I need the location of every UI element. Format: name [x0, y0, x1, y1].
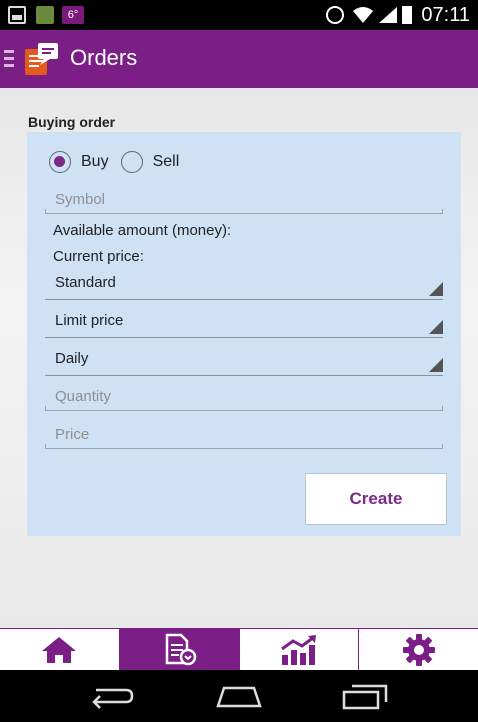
sell-radio[interactable] [120, 151, 143, 173]
symbol-input[interactable]: Symbol [45, 188, 443, 214]
recent-apps-icon[interactable] [340, 682, 390, 710]
available-amount-label: Available amount (money): [53, 222, 232, 239]
validity-value: Daily [55, 350, 89, 367]
price-input[interactable]: Price [45, 423, 443, 449]
orders-icon [165, 633, 197, 665]
main-content: Buying order Buy Sell Symbol Available a… [0, 88, 478, 628]
dropdown-arrow-icon [429, 358, 443, 372]
order-form-panel: Buy Sell Symbol Available amount (money)… [27, 132, 461, 536]
price-type-value: Limit price [55, 312, 124, 329]
tab-charts[interactable] [240, 629, 360, 670]
sell-radio-label[interactable]: Sell [153, 153, 180, 171]
home-icon [42, 636, 77, 663]
tab-home[interactable] [0, 629, 120, 670]
image-notification-icon [8, 6, 26, 24]
gear-icon [402, 633, 435, 666]
create-button[interactable]: Create [305, 473, 447, 525]
temperature-notification-icon: 6° [62, 6, 84, 24]
section-title: Buying order [28, 114, 116, 130]
dropdown-arrow-icon [429, 282, 443, 296]
bottom-tab-bar [0, 628, 478, 670]
signal-icon [379, 7, 397, 23]
tab-settings[interactable] [359, 629, 478, 670]
order-mode-value: Standard [55, 274, 116, 291]
battery-icon [402, 6, 412, 24]
order-type-radio-group: Buy Sell [49, 150, 191, 174]
dropdown-arrow-icon [429, 320, 443, 334]
validity-dropdown[interactable]: Daily [45, 346, 443, 376]
action-bar: Orders [0, 30, 478, 88]
orders-app-icon[interactable] [24, 41, 60, 77]
clock: 07:11 [421, 4, 470, 26]
price-type-dropdown[interactable]: Limit price [45, 308, 443, 338]
wifi-icon [353, 7, 373, 23]
home-nav-icon[interactable] [214, 682, 264, 710]
alarm-icon [326, 6, 344, 24]
status-bar: 6° 07:11 [0, 0, 478, 30]
current-price-label: Current price: [53, 248, 144, 265]
buy-radio-label[interactable]: Buy [81, 153, 109, 171]
tab-orders[interactable] [119, 629, 240, 670]
chart-icon [280, 634, 316, 665]
photo-notification-icon [36, 6, 54, 24]
back-icon[interactable] [86, 682, 136, 710]
order-mode-dropdown[interactable]: Standard [45, 270, 443, 300]
system-nav-bar [0, 670, 478, 722]
quantity-input[interactable]: Quantity [45, 385, 443, 411]
drawer-menu-icon[interactable] [4, 50, 14, 68]
page-title: Orders [70, 45, 138, 70]
buy-radio[interactable] [49, 151, 71, 173]
